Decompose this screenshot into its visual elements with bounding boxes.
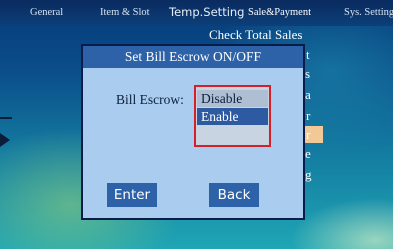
tab-temp-setting[interactable]: Temp.Setting: [169, 5, 244, 19]
menu-item-check-total-sales[interactable]: Check Total Sales: [209, 27, 302, 43]
menu-item[interactable]: t: [306, 47, 310, 63]
menu-item[interactable]: g: [305, 167, 312, 183]
arrow-right-icon: [0, 133, 10, 147]
tab-sys-setting[interactable]: Sys. Setting: [344, 7, 393, 18]
menu-item[interactable]: r: [306, 108, 310, 124]
bill-escrow-dialog: Set Bill Escrow ON/OFF Bill Escrow: Disa…: [81, 44, 305, 220]
bill-escrow-dropdown[interactable]: Disable Enable: [194, 85, 271, 147]
option-disable[interactable]: Disable: [197, 90, 268, 107]
dialog-title: Set Bill Escrow ON/OFF: [83, 46, 303, 68]
enter-button[interactable]: Enter: [107, 183, 157, 207]
menu-item[interactable]: s: [305, 66, 310, 82]
tab-general[interactable]: General: [30, 7, 63, 18]
menu-item[interactable]: e: [305, 146, 311, 162]
screen-background: General Item & Slot Temp.Setting Sale&Pa…: [0, 0, 393, 249]
menu-item-selected[interactable]: r: [306, 127, 310, 143]
tab-item-slot[interactable]: Item & Slot: [100, 7, 150, 18]
menu-item[interactable]: a: [305, 87, 311, 103]
back-button[interactable]: Back: [209, 183, 259, 207]
tab-bar: General Item & Slot Temp.Setting Sale&Pa…: [0, 0, 393, 26]
option-enable[interactable]: Enable: [197, 108, 268, 125]
tab-sale-payment[interactable]: Sale&Payment: [248, 7, 311, 18]
bill-escrow-label: Bill Escrow:: [116, 92, 184, 107]
pointer-line: [0, 117, 12, 119]
